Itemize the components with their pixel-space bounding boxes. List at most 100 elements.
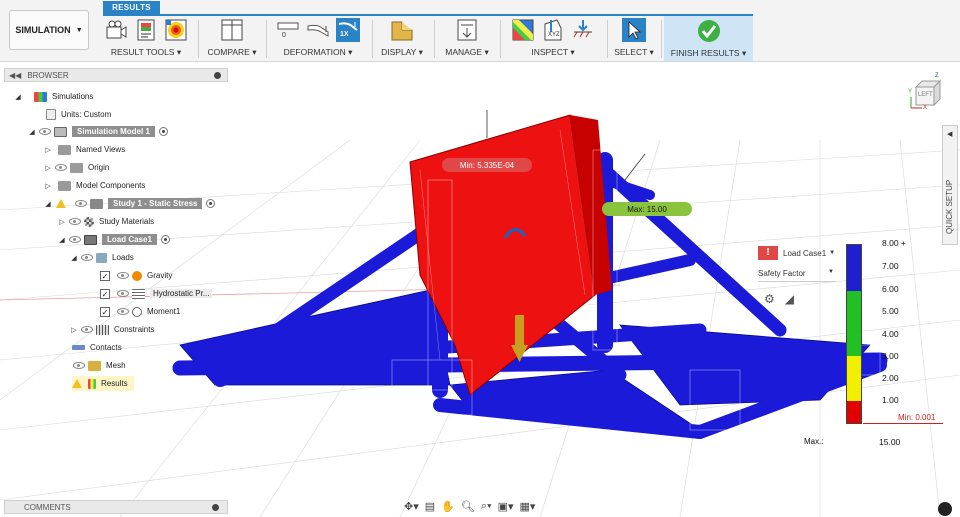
report-icon[interactable] [134,18,158,42]
moment-checkbox[interactable]: ✓ [100,306,110,317]
viewcube[interactable]: LEFT Z Y X [908,73,944,113]
visibility-icon[interactable] [39,128,51,135]
tree-item-model-components[interactable]: ▷ Model Components [44,178,145,193]
result-type-dropdown[interactable]: Safety Factor ▼ [758,269,836,282]
point-probe-icon[interactable]: XYZ [541,18,565,42]
tree-item-simulations[interactable]: ◢ Simulations [14,89,93,104]
max-callout[interactable]: Max: 15.00 [602,202,692,216]
group-compare[interactable]: COMPARE ▾ [202,18,262,60]
visibility-icon[interactable] [73,362,85,369]
tree-item-named-views[interactable]: ▷ Named Views [44,142,125,157]
visibility-icon[interactable] [69,236,81,243]
tree-item-results[interactable]: Results [72,376,134,391]
visibility-icon[interactable] [69,218,81,225]
display-settings-icon[interactable]: ▣▾ [498,500,514,513]
tree-item-units[interactable]: Units: Custom [46,107,111,122]
visibility-icon[interactable] [75,200,87,207]
hydrostatic-checkbox[interactable]: ✓ [100,288,110,299]
tree-item-simulation-model[interactable]: ◢ Simulation Model 1 [28,124,168,139]
expand-icon[interactable]: ◢ [58,236,66,244]
deformation-adjusted-icon[interactable] [306,18,330,42]
visibility-icon[interactable] [55,164,67,171]
comments-options-icon[interactable] [212,504,219,511]
tree-item-gravity[interactable]: ✓ Gravity [100,268,172,283]
tree-item-mesh[interactable]: Mesh [70,358,126,373]
zoom-icon[interactable]: 🔍︎ [461,500,475,513]
active-radio[interactable] [158,127,168,136]
group-display[interactable]: DISPLAY ▾ [376,18,428,60]
quick-setup-chevron-icon[interactable]: ◀ [947,130,952,138]
reaction-force-icon[interactable] [571,18,595,42]
legend-load-case[interactable]: ! Load Case1 ▼ [758,246,835,260]
browser-options-icon[interactable] [214,72,221,79]
active-radio[interactable] [206,199,216,208]
tree-item-origin[interactable]: ▷ Origin [44,160,109,175]
min-callout[interactable]: Min: 5.335E-04 [442,158,532,172]
group-manage[interactable]: MANAGE ▾ [438,18,496,60]
tree-item-loads[interactable]: ◢ Loads [70,250,134,265]
tree-item-hydrostatic[interactable]: ✓ Hydrostatic Pr... [100,286,213,301]
load-case-icon [84,234,97,245]
expand-icon[interactable]: ◢ [14,93,22,101]
browser-header[interactable]: ◀◀ BROWSER [4,68,228,82]
quick-setup-label: QUICK SETUP [945,179,954,234]
legend-tick: 3.00 [882,351,899,361]
grid-settings-icon[interactable]: ▦▾ [520,500,536,513]
orbit-icon[interactable]: ✥▾ [404,500,419,513]
deformation-none-icon[interactable]: 0 [276,18,300,42]
surface-probe-icon[interactable] [511,18,535,42]
expand-icon[interactable]: ▷ [58,218,66,226]
expand-icon[interactable]: ◢ [28,128,36,136]
viewcube-axis-x: X [923,105,928,111]
visibility-icon[interactable] [81,254,93,261]
browser-panel: ◀◀ BROWSER [4,68,228,82]
select-icon[interactable] [622,18,646,42]
help-icon[interactable] [938,502,952,516]
animate-icon[interactable] [104,18,128,42]
materials-icon [84,216,94,227]
visibility-icon[interactable] [117,272,129,279]
gravity-checkbox[interactable]: ✓ [100,270,110,281]
tab-underline [103,14,753,16]
comments-panel[interactable]: COMMENTS [4,500,228,514]
probe-icon[interactable] [164,18,188,42]
manage-icon[interactable] [455,18,479,42]
group-inspect[interactable]: XYZ INSPECT ▾ [503,18,603,60]
expand-icon[interactable]: ◢ [44,200,52,208]
expand-icon[interactable]: ▷ [44,146,52,154]
ribbon-toolbar: SIMULATION ▼ RESULTS RESULT TOOLS ▾ COMP… [0,0,960,62]
expand-icon[interactable]: ▷ [44,164,52,172]
tree-item-study-materials[interactable]: ▷ Study Materials [58,214,154,229]
tree-item-load-case[interactable]: ◢ Load Case1 [58,232,170,247]
color-bar [846,244,862,424]
visibility-icon[interactable] [117,290,129,297]
tree-item-constraints[interactable]: ▷ Constraints [70,322,154,337]
expand-icon[interactable]: ▷ [70,326,78,334]
display-icon[interactable] [390,18,414,42]
visibility-icon[interactable] [117,308,129,315]
group-finish-results[interactable]: FINISH RESULTS ▾ [664,16,753,61]
tree-item-study[interactable]: ◢ Study 1 - Static Stress [44,196,216,211]
collapse-icon[interactable]: ◀◀ [9,71,21,80]
quick-setup-panel[interactable]: ◀ QUICK SETUP [942,125,958,245]
group-select[interactable]: SELECT ▾ [611,18,657,60]
expand-icon[interactable]: ▷ [44,182,52,190]
expand-icon[interactable]: ◢ [70,254,78,262]
legend-settings-icon[interactable]: ◢ [785,292,794,306]
legend-tick: 1.00 [882,395,899,405]
workspace-switcher[interactable]: SIMULATION ▼ [9,10,89,50]
compare-icon[interactable] [220,18,244,42]
group-deformation[interactable]: 0 1X DEFORMATION ▾ [270,18,366,60]
gear-icon[interactable]: ⚙ [764,292,775,306]
look-at-icon[interactable]: ▤ [425,500,435,513]
active-radio[interactable] [160,235,170,244]
tab-results[interactable]: RESULTS [103,1,160,14]
deformation-actual-icon[interactable]: 1X [336,18,360,42]
pan-icon[interactable]: ✋ [441,500,455,513]
tree-item-moment[interactable]: ✓ Moment1 [100,304,180,319]
tree-item-contacts[interactable]: Contacts [72,340,122,355]
visibility-icon[interactable] [81,326,93,333]
finish-check-icon[interactable] [697,19,721,43]
zoom-window-icon[interactable]: ⌕▾ [481,500,492,513]
group-result-tools[interactable]: RESULT TOOLS ▾ [100,18,192,60]
